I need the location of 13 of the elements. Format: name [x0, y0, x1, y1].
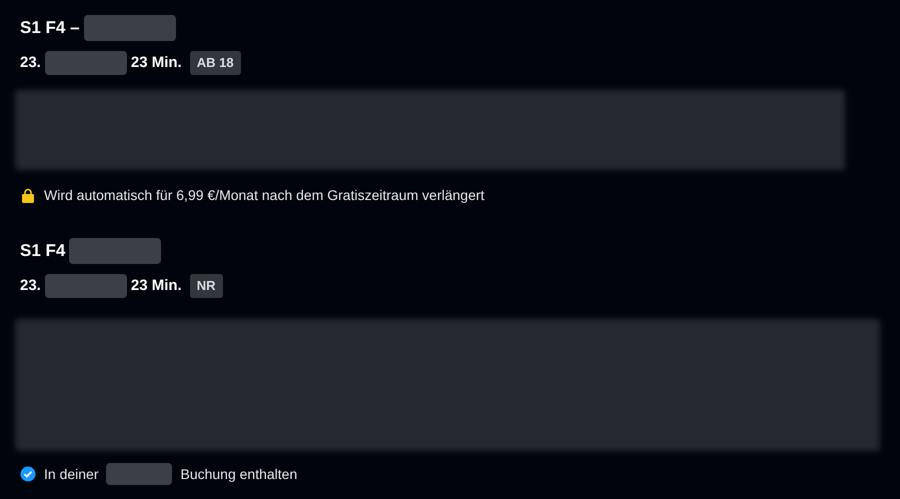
availability-note: Buchung enthalten [180, 464, 298, 484]
availability-note: Wird automatisch für 6,99 €/Monat nach dem Gratiszeitraum verlängert [44, 186, 484, 205]
age-rating-badge: AB 18 [190, 51, 241, 75]
episode-date: 23. [20, 276, 41, 296]
availability-note: In deiner [44, 464, 98, 484]
episode-title: S1 F4 – [20, 17, 80, 40]
episode-title: S1 F4 [20, 240, 66, 262]
redaction-block [106, 463, 172, 485]
episode-date: 23. [20, 52, 41, 73]
episode-duration: 23 Min. [130, 52, 182, 73]
episode-duration: 23 Min. [130, 276, 182, 296]
check-circle-icon [20, 466, 36, 482]
age-rating-badge: NR [190, 274, 222, 298]
